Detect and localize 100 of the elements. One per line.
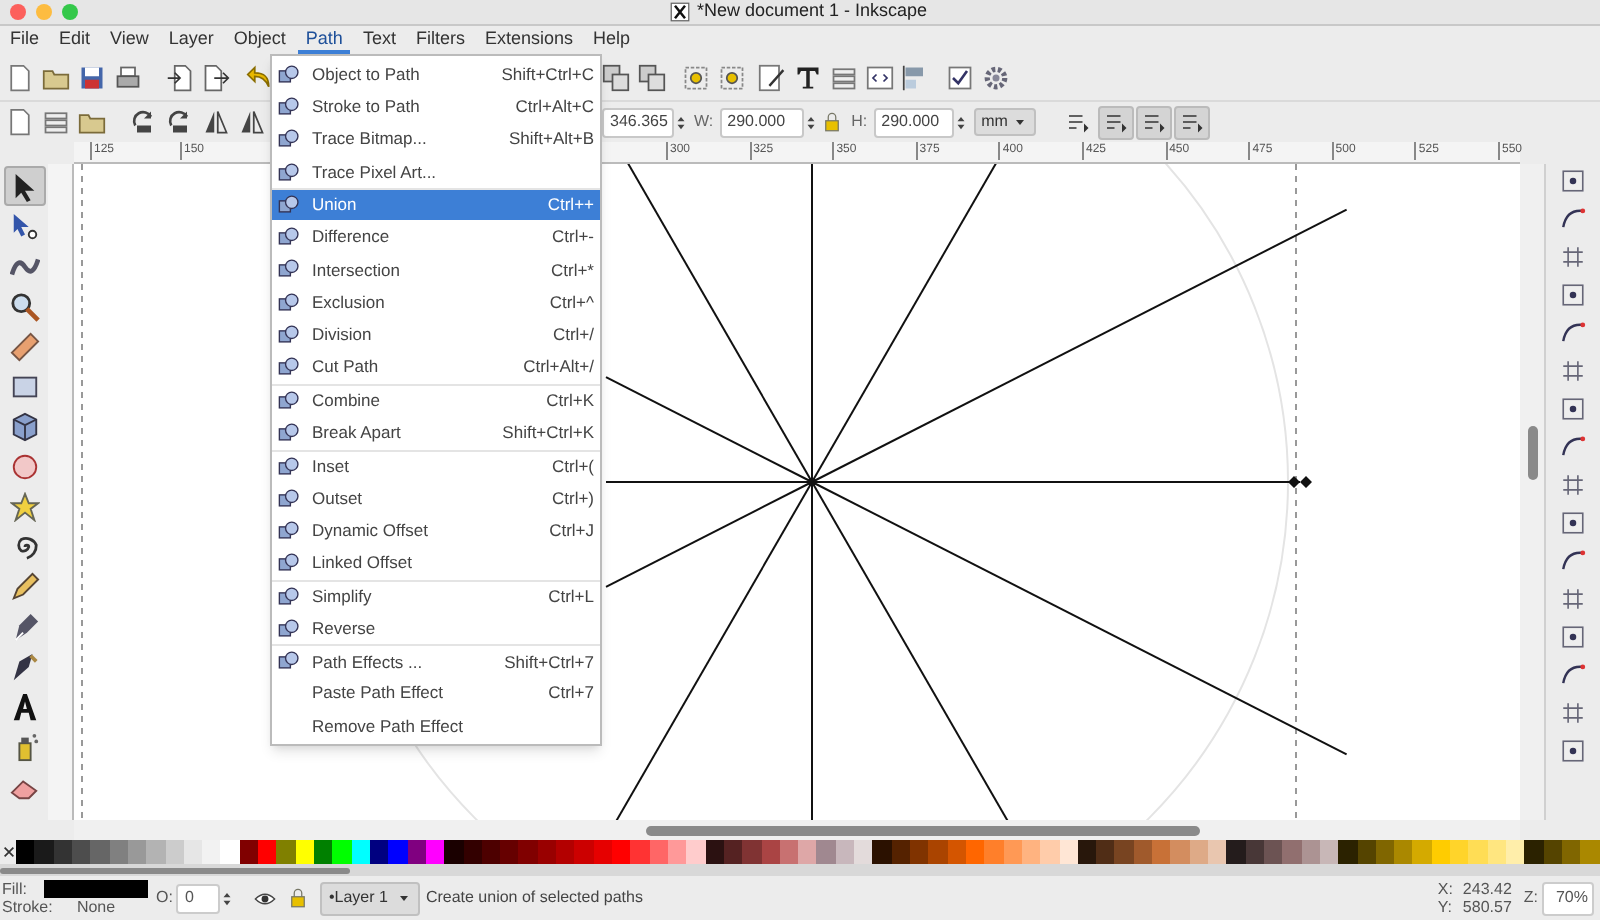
menu-item[interactable]: Inset Ctrl+( <box>272 449 600 482</box>
scroll-thumb[interactable] <box>0 867 350 873</box>
new-document-icon[interactable] <box>6 63 34 91</box>
color-swatch[interactable] <box>556 840 575 864</box>
folder-icon[interactable] <box>78 108 106 136</box>
menu-item[interactable]: Stroke to Path Ctrl+Alt+C <box>272 90 600 124</box>
menu-item[interactable]: Intersection Ctrl+* <box>272 253 600 287</box>
color-swatch[interactable] <box>816 840 836 864</box>
new-document-icon[interactable] <box>6 108 34 136</box>
color-swatch[interactable] <box>798 840 817 864</box>
color-swatch[interactable] <box>518 840 538 864</box>
lock-icon[interactable] <box>288 888 309 908</box>
color-swatch[interactable] <box>314 840 333 864</box>
grid-icon[interactable] <box>1560 472 1586 498</box>
color-swatch[interactable] <box>686 840 706 864</box>
color-swatch[interactable] <box>1170 840 1190 864</box>
xml-editor-icon[interactable] <box>866 63 894 91</box>
color-swatch[interactable] <box>1152 840 1171 864</box>
menu-item[interactable]: Remove Path Effect <box>272 709 600 743</box>
menu-item[interactable]: Cut Path Ctrl+Alt+/ <box>272 351 600 384</box>
menu-item[interactable]: Filters <box>407 26 473 54</box>
color-swatch[interactable] <box>742 840 761 864</box>
curve-icon[interactable] <box>1560 206 1586 232</box>
pen-icon[interactable] <box>758 63 786 91</box>
color-swatch[interactable] <box>1338 840 1357 864</box>
number-field[interactable]: 346.365 <box>602 107 674 137</box>
rotate-icon[interactable] <box>130 108 158 136</box>
menu-item[interactable]: Division Ctrl+/ <box>272 318 600 352</box>
color-swatch[interactable] <box>1394 840 1413 864</box>
menu-item[interactable]: Text <box>354 26 404 54</box>
zoom-button[interactable] <box>62 4 78 20</box>
color-swatch[interactable] <box>854 840 873 864</box>
color-swatch[interactable] <box>90 840 110 864</box>
color-swatch[interactable] <box>202 840 221 864</box>
color-swatch[interactable] <box>332 840 352 864</box>
menu-item[interactable]: Difference Ctrl+- <box>272 220 600 254</box>
color-swatch[interactable] <box>1580 840 1600 864</box>
toggle-button[interactable] <box>1097 105 1134 139</box>
menu-item[interactable]: Trace Pixel Art... <box>272 155 600 189</box>
document-arrow-icon[interactable] <box>166 63 194 91</box>
printer-icon[interactable] <box>114 63 142 91</box>
checklist-icon[interactable] <box>946 63 974 91</box>
color-swatch[interactable] <box>1096 840 1115 864</box>
color-swatch[interactable] <box>984 840 1004 864</box>
color-swatch[interactable] <box>220 840 240 864</box>
layers-icon[interactable] <box>830 63 858 91</box>
save-icon[interactable] <box>78 63 106 91</box>
grid-icon[interactable] <box>1560 244 1586 270</box>
squares-icon[interactable] <box>638 63 666 91</box>
tool-button[interactable] <box>3 166 45 206</box>
color-swatch[interactable] <box>630 840 650 864</box>
layer-dropdown[interactable]: •Layer 1 <box>320 881 420 915</box>
layers-icon[interactable] <box>42 108 70 136</box>
color-swatch[interactable] <box>574 840 594 864</box>
close-button[interactable] <box>10 4 26 20</box>
menu-item[interactable]: Path Effects ... Shift+Ctrl+7 <box>272 644 600 678</box>
menu-item[interactable]: Layer <box>160 26 222 54</box>
menu-item[interactable]: Combine Ctrl+K <box>272 383 600 417</box>
color-swatch[interactable] <box>388 840 408 864</box>
menu-item[interactable]: Edit <box>51 26 99 54</box>
color-swatch[interactable] <box>1450 840 1469 864</box>
color-swatch[interactable] <box>1226 840 1246 864</box>
menu-item[interactable]: Extensions <box>476 26 581 54</box>
menu-item[interactable]: Paste Path Effect Ctrl+7 <box>272 677 600 710</box>
toggle-button[interactable] <box>1173 105 1210 139</box>
color-swatch[interactable] <box>1208 840 1227 864</box>
curve-icon[interactable] <box>1560 320 1586 346</box>
color-swatch[interactable] <box>872 840 892 864</box>
fill-swatch[interactable] <box>44 880 148 898</box>
zoom-field[interactable]: 70% <box>1542 881 1594 915</box>
color-swatch[interactable] <box>910 840 929 864</box>
rotate-icon[interactable] <box>166 108 194 136</box>
color-swatch[interactable] <box>1412 840 1432 864</box>
menu-item[interactable]: Reverse <box>272 612 600 645</box>
color-swatch[interactable] <box>1468 840 1488 864</box>
node-icon[interactable] <box>718 63 746 91</box>
color-swatch[interactable] <box>1524 840 1544 864</box>
menu-item[interactable]: File <box>2 26 48 54</box>
flip-icon[interactable] <box>202 108 230 136</box>
opacity-field[interactable]: 0 <box>176 883 221 913</box>
menu-item[interactable]: Exclusion Ctrl+^ <box>272 286 600 319</box>
curve-icon[interactable] <box>1560 662 1586 688</box>
squares-icon[interactable] <box>602 63 630 91</box>
color-swatch[interactable] <box>1282 840 1302 864</box>
scroll-thumb[interactable] <box>646 825 1200 835</box>
menu-item[interactable]: Dynamic Offset Ctrl+J <box>272 514 600 547</box>
color-swatch[interactable] <box>258 840 277 864</box>
color-swatch[interactable] <box>276 840 296 864</box>
curve-icon[interactable] <box>1560 434 1586 460</box>
menu-item[interactable]: Simplify Ctrl+L <box>272 579 600 613</box>
menu-item[interactable]: View <box>102 26 157 54</box>
color-swatch[interactable] <box>16 840 35 864</box>
number-field[interactable]: 290.000 <box>719 107 804 137</box>
color-swatch[interactable] <box>34 840 54 864</box>
color-swatch[interactable] <box>1506 840 1525 864</box>
menu-item[interactable]: Outset Ctrl+) <box>272 481 600 515</box>
grid-icon[interactable] <box>1560 700 1586 726</box>
menu-item[interactable]: Linked Offset <box>272 546 600 580</box>
color-swatch[interactable] <box>146 840 165 864</box>
color-swatch[interactable] <box>612 840 631 864</box>
